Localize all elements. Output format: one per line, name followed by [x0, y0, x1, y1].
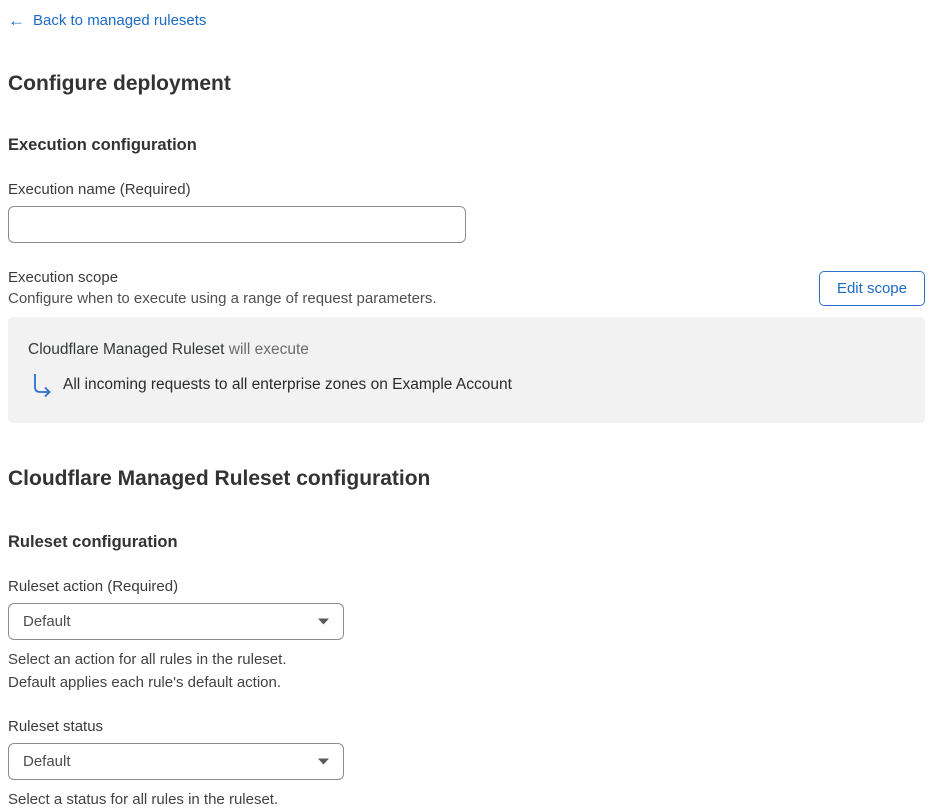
ruleset-status-dropdown[interactable]: Default [8, 743, 344, 780]
ruleset-action-dropdown[interactable]: Default [8, 603, 344, 640]
execution-scope-description: Configure when to execute using a range … [8, 290, 437, 307]
scope-summary-headline: Cloudflare Managed Ruleset will execute [28, 341, 905, 359]
page-title: Configure deployment [8, 72, 231, 95]
ruleset-status-label: Ruleset status [8, 718, 104, 735]
ruleset-action-help: Select an action for all rules in the ru… [8, 648, 925, 694]
ruleset-status-help-line1: Select a status for all rules in the rul… [8, 791, 279, 808]
execution-configuration-heading: Execution configuration [8, 136, 197, 154]
configure-deployment-page: ← Back to managed rulesets Configure dep… [0, 0, 931, 811]
ruleset-action-help-line1: Select an action for all rules in the ru… [8, 651, 287, 668]
execution-name-input[interactable] [8, 206, 466, 243]
scope-summary-detail-row: All incoming requests to all enterprise … [28, 373, 905, 397]
edit-scope-button[interactable]: Edit scope [818, 270, 925, 306]
ruleset-action-value: Default [23, 613, 71, 630]
ruleset-action-help-line2: Default applies each rule's default acti… [8, 674, 282, 691]
scope-summary-detail-text: All incoming requests to all enterprise … [63, 376, 512, 393]
execution-scope-row: Execution scope Configure when to execut… [8, 269, 925, 307]
chevron-down-icon [318, 618, 329, 625]
ruleset-status-help: Select a status for all rules in the rul… [8, 788, 925, 811]
execution-name-label: Execution name (Required) [8, 181, 191, 198]
chevron-down-icon [318, 758, 329, 765]
will-execute-text: will execute [224, 341, 309, 358]
execution-scope-text: Execution scope Configure when to execut… [8, 269, 437, 307]
ruleset-action-label: Ruleset action (Required) [8, 578, 179, 595]
scope-summary-box: Cloudflare Managed Ruleset will execute … [8, 317, 925, 423]
ruleset-status-value: Default [23, 753, 71, 770]
ruleset-configuration-subheading: Ruleset configuration [8, 533, 178, 551]
back-to-managed-rulesets-link[interactable]: ← Back to managed rulesets [8, 12, 206, 29]
execution-scope-label: Execution scope [8, 269, 119, 286]
back-arrow-icon: ← [8, 11, 25, 30]
back-link-label: Back to managed rulesets [33, 12, 207, 29]
ruleset-name-text: Cloudflare Managed Ruleset [28, 341, 225, 358]
elbow-arrow-icon [34, 374, 51, 397]
ruleset-configuration-page-heading: Cloudflare Managed Ruleset configuration [8, 467, 431, 490]
